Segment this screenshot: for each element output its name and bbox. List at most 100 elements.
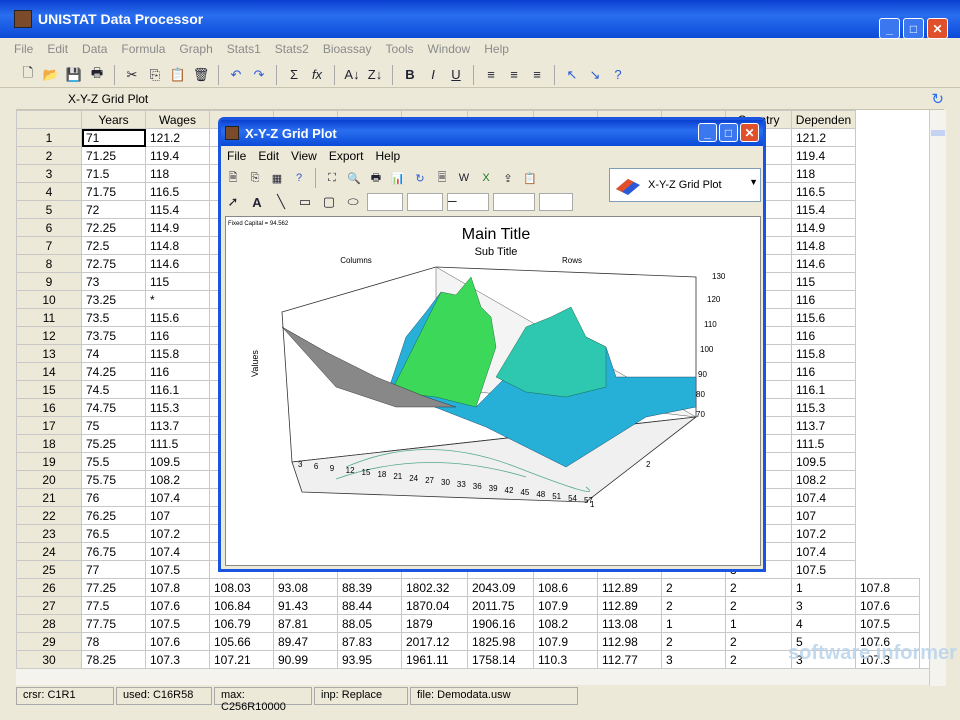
sort-ascending-icon[interactable]: A↓ (342, 65, 362, 85)
menu-stats2[interactable]: Stats2 (275, 42, 309, 56)
table-cell[interactable]: 108.2 (791, 470, 856, 489)
row-header[interactable]: 22 (16, 506, 82, 525)
table-cell[interactable]: 75 (81, 416, 146, 435)
table-cell[interactable]: 2 (725, 578, 792, 597)
table-cell[interactable]: 113.08 (597, 614, 662, 633)
table-cell[interactable]: 107.9 (533, 596, 598, 615)
redo-icon[interactable]: ↷ (249, 65, 269, 85)
menu-file[interactable]: File (14, 42, 33, 56)
menu-graph[interactable]: Graph (179, 42, 212, 56)
table-cell[interactable]: 107.8 (855, 578, 920, 597)
table-cell[interactable]: 112.89 (597, 578, 662, 597)
row-header[interactable]: 7 (16, 236, 82, 255)
row-header[interactable]: 3 (16, 164, 82, 183)
table-cell[interactable]: 1825.98 (467, 632, 534, 651)
arrow-down-right-icon[interactable]: ↘ (585, 65, 605, 85)
row-header[interactable]: 28 (16, 614, 82, 633)
menu-tools[interactable]: Tools (386, 42, 414, 56)
open-folder-icon[interactable]: 📂 (41, 65, 61, 85)
maximize-button[interactable]: □ (903, 18, 924, 39)
horizontal-scrollbar[interactable] (16, 668, 929, 685)
table-cell[interactable]: 107.4 (145, 542, 210, 561)
plot-canvas[interactable]: Fixed Capital = 94.562 Main Title Sub Ti… (225, 216, 761, 566)
table-cell[interactable]: 116.5 (791, 182, 856, 201)
table-cell[interactable]: 107.6 (145, 596, 210, 615)
zoom-icon[interactable]: 🔍 (344, 168, 364, 188)
table-cell[interactable]: 118 (791, 164, 856, 183)
table-cell[interactable]: 110.3 (533, 650, 598, 668)
table-cell[interactable]: 93.08 (273, 578, 338, 597)
table-cell[interactable]: 116 (145, 326, 210, 345)
table-cell[interactable]: 118 (145, 164, 210, 183)
table-cell[interactable]: 115.4 (791, 200, 856, 219)
row-header[interactable]: 11 (16, 308, 82, 327)
table-cell[interactable]: 107.6 (145, 632, 210, 651)
table-cell[interactable]: 116.1 (791, 380, 856, 399)
table-cell[interactable]: 119.4 (791, 146, 856, 165)
table-cell[interactable]: 72 (81, 200, 146, 219)
table-cell[interactable]: 74.25 (81, 362, 146, 381)
column-header[interactable]: Wages (145, 110, 210, 129)
table-cell[interactable]: 3 (661, 650, 726, 668)
table-cell[interactable]: 115.4 (145, 200, 210, 219)
table-cell[interactable]: 4 (791, 614, 856, 633)
table-cell[interactable]: 1758.14 (467, 650, 534, 668)
row-header[interactable]: 8 (16, 254, 82, 273)
table-cell[interactable]: 90.99 (273, 650, 338, 668)
table-cell[interactable]: 108.03 (209, 578, 274, 597)
table-cell[interactable]: 2011.75 (467, 596, 534, 615)
table-cell[interactable]: 115.8 (791, 344, 856, 363)
row-header[interactable]: 14 (16, 362, 82, 381)
table-cell[interactable]: 1 (791, 578, 856, 597)
table-cell[interactable]: 75.75 (81, 470, 146, 489)
table-cell[interactable]: 72.5 (81, 236, 146, 255)
table-cell[interactable]: 93.95 (337, 650, 402, 668)
table-cell[interactable]: 77.5 (81, 596, 146, 615)
refresh-icon[interactable]: ↻ (931, 90, 944, 108)
table-cell[interactable]: 107.4 (791, 488, 856, 507)
close-button[interactable]: ✕ (927, 18, 948, 39)
table-cell[interactable]: 76.75 (81, 542, 146, 561)
table-cell[interactable]: 72.25 (81, 218, 146, 237)
row-header[interactable]: 4 (16, 182, 82, 201)
minimize-button[interactable]: _ (879, 18, 900, 39)
row-header[interactable]: 29 (16, 632, 82, 651)
plot-menu-edit[interactable]: Edit (258, 149, 279, 163)
table-cell[interactable]: 1 (725, 614, 792, 633)
table-cell[interactable]: 115 (145, 272, 210, 291)
table-cell[interactable]: 115.3 (791, 398, 856, 417)
table-cell[interactable]: 116 (145, 362, 210, 381)
bold-icon[interactable]: B (400, 65, 420, 85)
table-cell[interactable]: 114.8 (145, 236, 210, 255)
table-icon[interactable]: ▦ (267, 168, 287, 188)
table-cell[interactable]: 115.6 (791, 308, 856, 327)
table-cell[interactable]: 71.75 (81, 182, 146, 201)
sort-descending-icon[interactable]: Z↓ (365, 65, 385, 85)
rectangle-tool-icon[interactable]: ▭ (295, 192, 315, 212)
table-cell[interactable]: 107.8 (145, 578, 210, 597)
row-header[interactable]: 20 (16, 470, 82, 489)
copy-icon[interactable]: ⎘ (145, 65, 165, 85)
table-cell[interactable]: 2 (661, 596, 726, 615)
table-cell[interactable]: 76.5 (81, 524, 146, 543)
table-cell[interactable]: 73.25 (81, 290, 146, 309)
menu-data[interactable]: Data (82, 42, 107, 56)
table-cell[interactable]: 106.79 (209, 614, 274, 633)
text-doc-icon[interactable]: 🗏 (432, 168, 452, 188)
fit-icon[interactable]: ⛶ (322, 168, 342, 188)
ellipse-tool-icon[interactable]: ⬭ (343, 192, 363, 212)
row-header[interactable]: 16 (16, 398, 82, 417)
plot-type-selector[interactable]: X-Y-Z Grid Plot ▼ (609, 168, 761, 202)
sum-icon[interactable]: Σ (284, 65, 304, 85)
menu-help[interactable]: Help (484, 42, 509, 56)
table-cell[interactable]: 121.2 (145, 128, 210, 147)
table-cell[interactable]: 107.4 (791, 542, 856, 561)
table-cell[interactable]: 121.2 (791, 128, 856, 147)
table-cell[interactable]: 116.1 (145, 380, 210, 399)
export-icon[interactable]: ⇪ (498, 168, 518, 188)
table-cell[interactable]: 116 (791, 326, 856, 345)
pointer-icon[interactable]: ➚ (223, 192, 243, 212)
row-header[interactable]: 15 (16, 380, 82, 399)
help-icon[interactable]: ? (608, 65, 628, 85)
row-header[interactable]: 17 (16, 416, 82, 435)
